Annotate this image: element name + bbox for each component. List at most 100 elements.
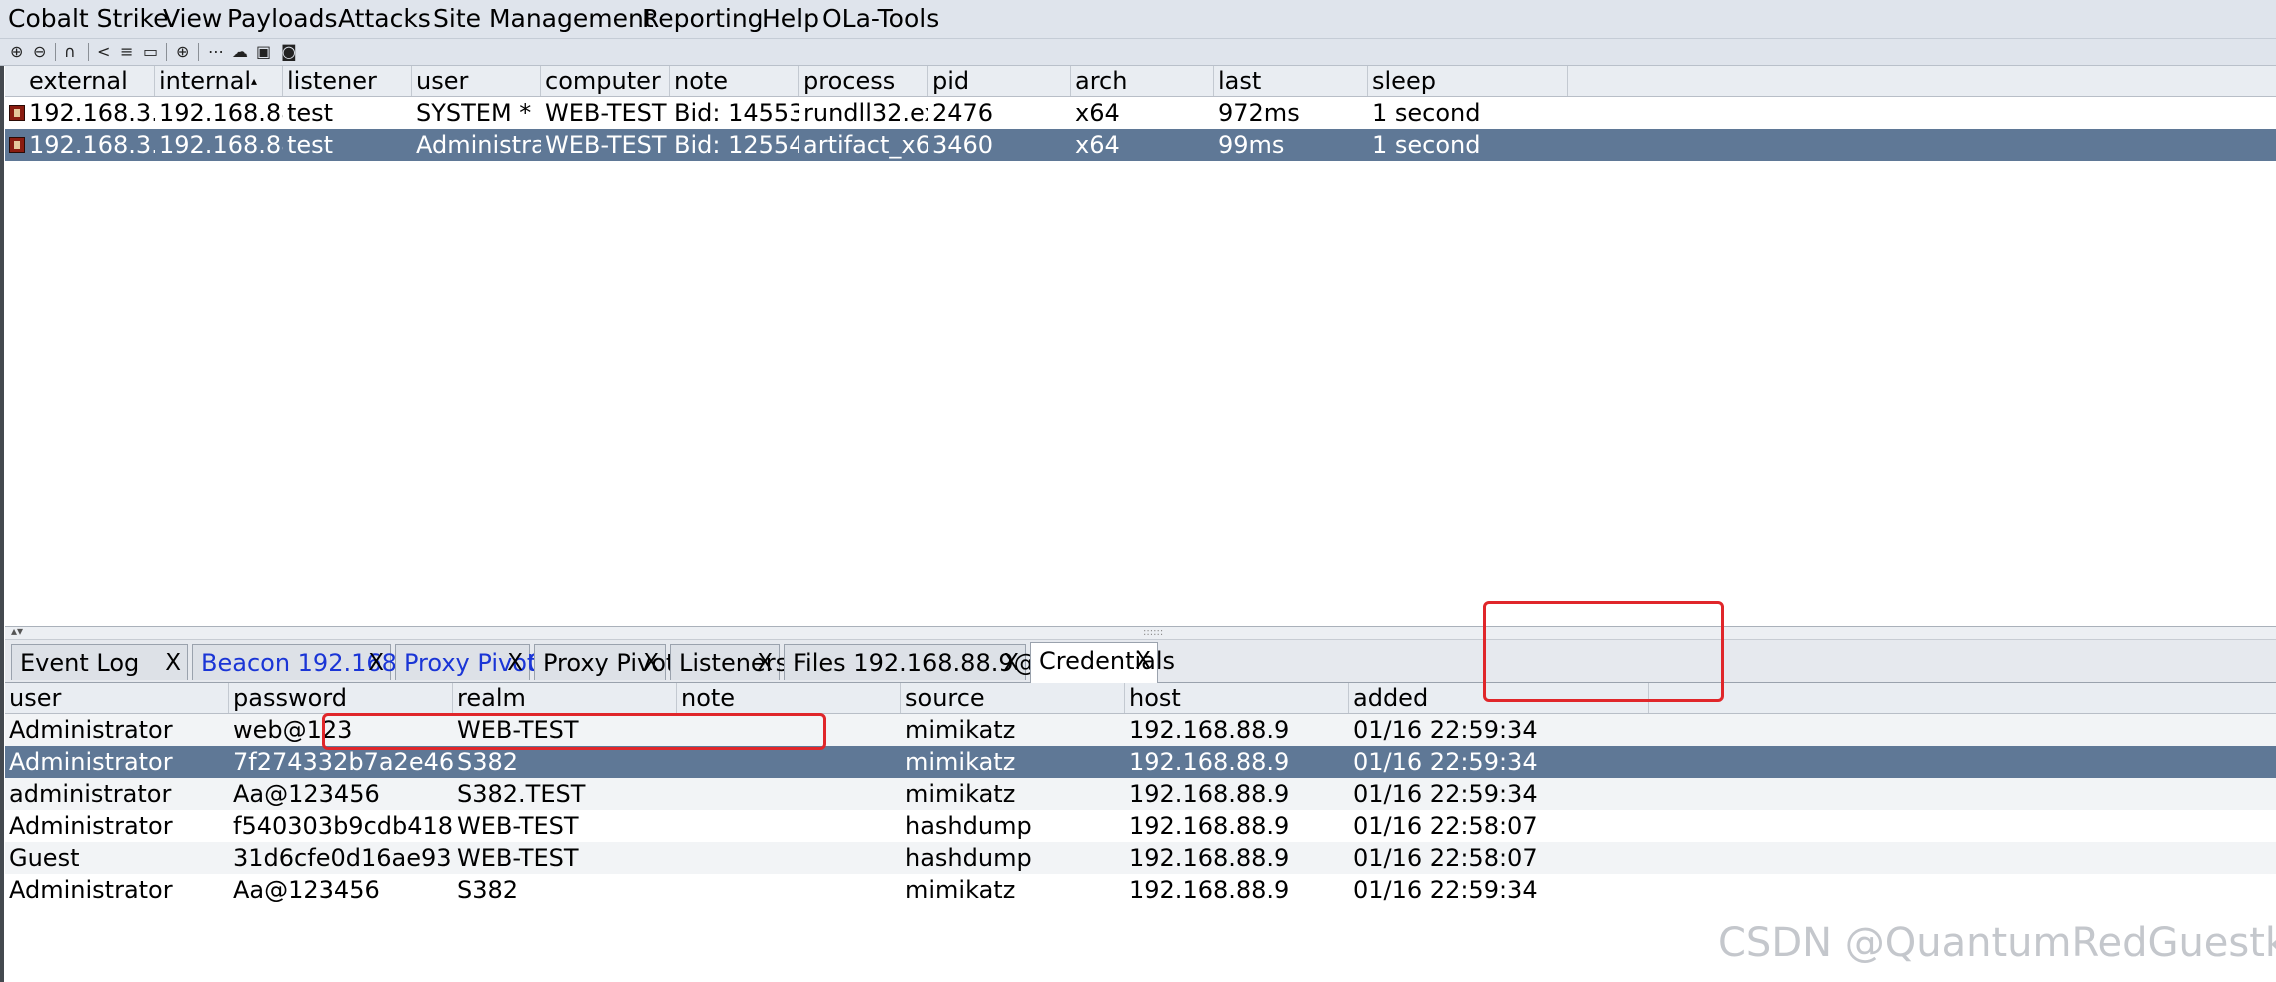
cell-sleep: 1 second <box>1372 99 1481 127</box>
column-header-note[interactable]: note <box>677 683 901 713</box>
cell-internal: 192.168.88.9 <box>159 131 283 159</box>
screen-icon[interactable]: ▭ <box>143 42 158 62</box>
table-row[interactable]: administrator Aa@123456 S382.TEST mimikatz 1… <box>5 778 2276 810</box>
column-header-process[interactable]: process <box>799 66 928 96</box>
splitter-grip-icon[interactable]: :::::: <box>1143 628 1163 638</box>
column-header-user[interactable]: user <box>412 66 541 96</box>
tab-close-button[interactable]: X <box>368 645 384 681</box>
cell-added: 01/16 22:59:34 <box>1353 876 1538 904</box>
table-row[interactable]: Guest 31d6cfe0d16ae931b73c…WEB-TEST hashdu… <box>5 842 2276 874</box>
table-row[interactable]: Administrator 7f274332b7a2e4623bb7…S382 mi… <box>5 746 2276 778</box>
keyboard-icon[interactable]: ⋯ <box>208 42 224 62</box>
tab-files-192-168-88-9-3460[interactable]: Files 192.168.88.9@3460 X <box>784 644 1099 681</box>
cell-added: 01/16 22:58:07 <box>1353 812 1538 840</box>
cell-added: 01/16 22:58:07 <box>1353 844 1538 872</box>
sessions-table: external internal ▴ listener user computer not… <box>5 66 2276 626</box>
table-row[interactable]: Administrator f540303b9cdb41822367…WEB-TE… <box>5 810 2276 842</box>
cell-password: 7f274332b7a2e4623bb7… <box>233 748 453 776</box>
cell-user: administrator <box>9 780 172 808</box>
column-header-password[interactable]: password <box>229 683 453 713</box>
cell-user: Administrator <box>9 748 173 776</box>
column-header-note[interactable]: note <box>670 66 799 96</box>
toolbar-separator <box>198 43 199 61</box>
cell-added: 01/16 22:59:34 <box>1353 716 1538 744</box>
column-header-listener[interactable]: listener <box>283 66 412 96</box>
cell-pid: 2476 <box>932 99 994 127</box>
cloud-icon[interactable]: ☁ <box>232 42 248 62</box>
cell-source: hashdump <box>905 844 1032 872</box>
minus-circle-icon[interactable]: ⊖ <box>33 42 46 62</box>
column-header-internal[interactable]: internal <box>155 66 283 96</box>
tab-close-button[interactable]: X <box>165 645 181 681</box>
column-header-user[interactable]: user <box>5 683 229 713</box>
column-header-last[interactable]: last <box>1214 66 1368 96</box>
tab-proxy-pivots[interactable]: Proxy Pivots X <box>395 644 549 681</box>
menu-payloads[interactable]: Payloads <box>227 4 338 34</box>
watermark: CSDN @QuantumRedGuestk <box>1718 920 2276 966</box>
share-icon[interactable]: < <box>97 42 110 62</box>
menu-cobalt-strike[interactable]: Cobalt Strike <box>8 4 169 34</box>
tab-proxy-pivots[interactable]: Proxy Pivots X <box>534 644 688 681</box>
tab-label: Proxy Pivots <box>404 649 549 677</box>
pane-splitter[interactable]: ▴▾ :::::: <box>5 625 2276 640</box>
tab-close-button[interactable]: X <box>1135 643 1151 679</box>
toolbar-separator <box>88 43 89 61</box>
tab-listeners[interactable]: Listeners X <box>670 644 788 681</box>
tab-close-button[interactable]: X <box>507 645 523 681</box>
tab-close-button[interactable]: X <box>757 645 773 681</box>
menu-site-management[interactable]: Site Management <box>433 4 654 34</box>
column-header-computer[interactable]: computer <box>541 66 670 96</box>
column-header-pid[interactable]: pid <box>928 66 1071 96</box>
cell-note <box>677 778 901 810</box>
column-header-host[interactable]: host <box>1125 683 1349 713</box>
terminal-icon[interactable]: ▣ <box>256 42 271 62</box>
table-row[interactable]: 192.168.3.128192.168.88.9test Administrat… <box>5 129 2276 161</box>
collapse-arrows-icon[interactable]: ▴▾ <box>11 625 23 637</box>
list-icon[interactable]: ≡ <box>120 42 133 62</box>
cell-password: 31d6cfe0d16ae931b73c… <box>233 844 453 872</box>
column-header-external[interactable]: external <box>25 66 155 96</box>
tab-close-button[interactable]: X <box>643 645 659 681</box>
cell-external: 192.168.3.128 <box>29 99 155 127</box>
column-header-sleep[interactable]: sleep <box>1368 66 1568 96</box>
menu-bar: Cobalt Strike View Payloads Attacks Site Man… <box>0 0 2276 39</box>
beacon-session-icon <box>9 105 25 121</box>
cell-internal: 192.168.88.9 <box>159 99 283 127</box>
menu-reporting[interactable]: Reporting <box>642 4 764 34</box>
cell-arch: x64 <box>1075 131 1120 159</box>
tab-event-log[interactable]: Event Log X <box>11 644 188 680</box>
sort-ascending-icon[interactable]: ▴ <box>251 66 257 96</box>
cell-user: Guest <box>9 844 80 872</box>
tab-credentials[interactable]: Credentials X <box>1030 642 1175 683</box>
column-header-arch[interactable]: arch <box>1071 66 1214 96</box>
headset-icon[interactable]: ∩ <box>64 42 76 62</box>
cell-note <box>677 746 901 778</box>
cell-added: 01/16 22:59:34 <box>1353 748 1538 776</box>
cell-host: 192.168.88.9 <box>1129 748 1290 776</box>
tab-beacon-192-168-88-9-3460[interactable]: Beacon 192.168.88.9@3460 X <box>192 644 543 681</box>
menu-view[interactable]: View <box>163 4 222 34</box>
globe-icon[interactable]: ⊕ <box>176 42 189 62</box>
plus-circle-icon[interactable]: ⊕ <box>10 42 23 62</box>
cell-user: Administrator <box>9 812 173 840</box>
menu-ola-tools[interactable]: OLa-Tools <box>822 4 939 34</box>
cell-host: 192.168.88.9 <box>1129 812 1290 840</box>
camera-icon[interactable]: ◙ <box>281 42 297 62</box>
tab-label: Credentials <box>1039 647 1176 675</box>
tab-label: Proxy Pivots <box>543 649 688 677</box>
cell-computer: WEB-TEST <box>545 131 667 159</box>
menu-attacks[interactable]: Attacks <box>338 4 431 34</box>
table-row[interactable]: Administrator Aa@123456 S382 mimikatz 192.16… <box>5 874 2276 906</box>
toolbar: ⊕ ⊖ ∩ < ≡ ▭ ⊕ ⋯ ☁ ▣ ◙ <box>0 39 2276 66</box>
tab-close-button[interactable]: X <box>1003 645 1019 681</box>
column-header-source[interactable]: source <box>901 683 1125 713</box>
menu-help[interactable]: Help <box>762 4 819 34</box>
cell-process: artifact_x64.… <box>803 131 928 159</box>
cell-password: Aa@123456 <box>233 876 380 904</box>
table-row[interactable]: 192.168.3.128192.168.88.9test SYSTEM * WEB… <box>5 97 2276 129</box>
cell-host: 192.168.88.9 <box>1129 780 1290 808</box>
column-header-realm[interactable]: realm <box>453 683 677 713</box>
cell-sleep: 1 second <box>1372 131 1481 159</box>
cell-user: SYSTEM * <box>416 99 532 127</box>
cell-listener: test <box>287 131 334 159</box>
